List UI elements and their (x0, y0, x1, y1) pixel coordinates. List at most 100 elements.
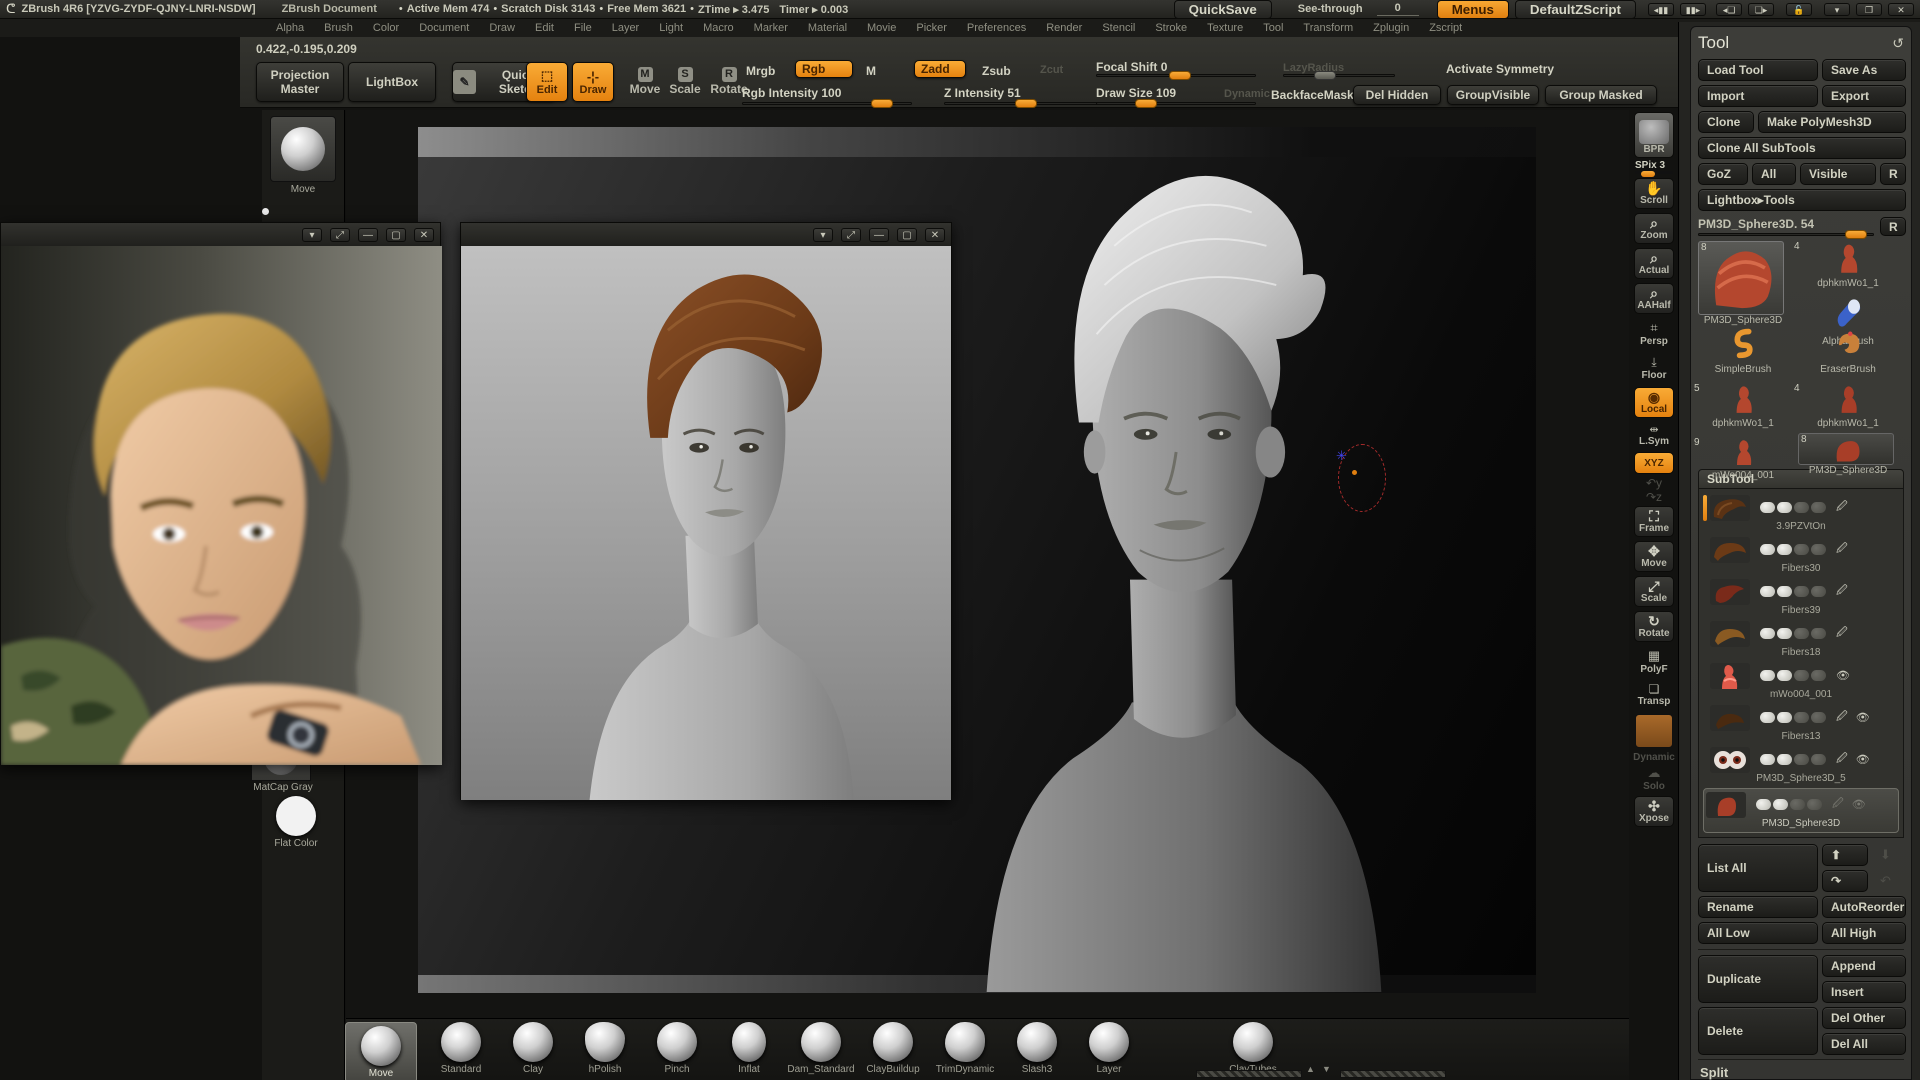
split-section-header[interactable]: Split (1698, 1059, 1904, 1080)
menu-brush[interactable]: Brush (324, 22, 353, 34)
brush-item[interactable]: Pinch (641, 1022, 713, 1075)
visibility-eye-icon[interactable]: 👁 (1856, 753, 1870, 766)
dropdown-icon[interactable]: ▾ (302, 228, 322, 242)
subtool-row[interactable]: 👁 mWo004_001 (1703, 662, 1899, 702)
draw-button[interactable]: -¦- Draw (572, 62, 614, 102)
color-swatch-dot[interactable] (262, 208, 269, 215)
subtool-toggle-pill[interactable] (1760, 754, 1775, 765)
activate-symmetry-button[interactable]: Activate Symmetry (1446, 62, 1554, 76)
zoom-button[interactable]: ⌕Zoom (1634, 213, 1674, 244)
subtool-toggle-pill[interactable] (1777, 712, 1792, 723)
subtool-toggle-pill[interactable] (1760, 544, 1775, 555)
menu-draw[interactable]: Draw (489, 22, 515, 34)
goz-r-button[interactable]: R (1880, 163, 1906, 185)
tool-item-selected[interactable]: 8 PM3D_Sphere3D (1698, 241, 1788, 326)
minimize-icon[interactable]: — (869, 228, 889, 242)
material-preview-thumbnail[interactable] (1635, 714, 1673, 748)
active-tool-slider[interactable]: PM3D_Sphere3D. 54 R (1698, 215, 1904, 237)
polyf-button[interactable]: ▦PolyF (1640, 648, 1667, 675)
subtool-toggle-pill[interactable] (1760, 712, 1775, 723)
quicksave-button[interactable]: QuickSave (1174, 0, 1272, 19)
subtool-toggle-pill-dim[interactable] (1790, 799, 1805, 810)
polypaint-brush-icon[interactable]: 🖉 (1832, 795, 1844, 814)
tray-scrollbar-right[interactable] (1340, 1070, 1446, 1078)
make-polymesh3d-button[interactable]: Make PolyMesh3D (1758, 111, 1906, 133)
subtool-toggle-pill[interactable] (1760, 586, 1775, 597)
persp-button[interactable]: ⌗Persp (1640, 320, 1668, 347)
menu-zscript[interactable]: Zscript (1429, 22, 1462, 34)
close-icon[interactable]: ✕ (925, 228, 945, 242)
transp-button[interactable]: ❏Transp (1638, 682, 1671, 707)
focal-shift-slider[interactable]: Focal Shift 0 (1096, 58, 1256, 76)
subtool-toggle-pill-dim[interactable] (1794, 628, 1809, 639)
polypaint-brush-icon[interactable]: 🖉 (1836, 750, 1848, 769)
menu-render[interactable]: Render (1046, 22, 1082, 34)
subtool-toggle-pill-dim[interactable] (1811, 502, 1826, 513)
frame-button[interactable]: ⛶Frame (1634, 506, 1674, 537)
move-view-button[interactable]: ✥Move (1634, 541, 1674, 572)
photo-window-titlebar[interactable]: ▾ ⤢ — ▢ ✕ (1, 223, 440, 246)
tool-item[interactable]: 4 dphkmWo1_1 (1798, 383, 1898, 429)
spix-knob[interactable] (1641, 171, 1655, 177)
rgb-button[interactable]: Rgb (795, 60, 853, 78)
local-button[interactable]: ◉Local (1634, 387, 1674, 418)
menu-edit[interactable]: Edit (535, 22, 554, 34)
next-window-icon[interactable]: ❏▸ (1748, 3, 1774, 16)
import-button[interactable]: Import (1698, 85, 1818, 107)
prev-window-icon[interactable]: ◂❏ (1716, 3, 1742, 16)
goz-all-button[interactable]: All (1752, 163, 1796, 185)
m-button[interactable]: M (866, 64, 876, 78)
subtool-toggle-pill[interactable] (1777, 670, 1792, 681)
expand-icon[interactable]: ⤢ (841, 228, 861, 242)
dropdown-icon[interactable]: ▾ (813, 228, 833, 242)
del-all-button[interactable]: Del All (1822, 1033, 1906, 1055)
subtool-toggle-pill-dim[interactable] (1811, 586, 1826, 597)
menu-texture[interactable]: Texture (1207, 22, 1243, 34)
duplicate-button[interactable]: Duplicate (1698, 955, 1818, 1003)
goz-visible-button[interactable]: Visible (1800, 163, 1876, 185)
subtool-toggle-pill-dim[interactable] (1794, 502, 1809, 513)
polypaint-brush-icon[interactable]: 🖉 (1836, 708, 1848, 727)
polypaint-brush-icon[interactable]: 🖉 (1836, 540, 1848, 559)
restore-icon[interactable]: ❐ (1856, 3, 1882, 16)
current-brush-thumbnail[interactable] (270, 116, 336, 182)
tool-item[interactable]: 5 dphkmWo1_1 (1698, 383, 1788, 429)
brush-item[interactable]: Dam_Standard (785, 1022, 857, 1075)
save-as-button[interactable]: Save As (1822, 59, 1906, 81)
default-zscript-button[interactable]: DefaultZScript (1515, 0, 1636, 19)
tool-item[interactable]: 4 dphkmWo1_1 (1798, 241, 1898, 289)
insert-button[interactable]: Insert (1822, 981, 1906, 1003)
subtool-duplicate-arrow-button[interactable]: ↷ (1822, 870, 1868, 892)
subtool-toggle-pill-dim[interactable] (1811, 670, 1826, 681)
polypaint-brush-icon[interactable]: 🖉 (1836, 582, 1848, 601)
subtool-toggle-pill[interactable] (1773, 799, 1788, 810)
flat-color-swatch[interactable] (276, 796, 316, 836)
goz-button[interactable]: GoZ (1698, 163, 1748, 185)
bpr-button[interactable]: BPR (1634, 112, 1674, 158)
mrgb-button[interactable]: Mrgb (746, 64, 775, 78)
xpose-button[interactable]: ✣Xpose (1634, 796, 1674, 827)
subtool-toggle-pill[interactable] (1777, 628, 1792, 639)
scale-view-button[interactable]: ⤢Scale (1634, 576, 1674, 607)
xyz-button[interactable]: XYZ (1634, 452, 1674, 474)
subtool-toggle-pill-dim[interactable] (1794, 712, 1809, 723)
subtool-toggle-pill[interactable] (1777, 502, 1792, 513)
rename-button[interactable]: Rename (1698, 896, 1818, 918)
subtool-row[interactable]: 🖉 Fibers30 (1703, 536, 1899, 576)
minimize-icon[interactable]: ▾ (1824, 3, 1850, 16)
see-through-value[interactable]: 0 (1377, 2, 1419, 16)
backface-mask-button[interactable]: BackfaceMask (1271, 88, 1354, 102)
subtool-toggle-pill-dim[interactable] (1811, 712, 1826, 723)
menu-tool[interactable]: Tool (1263, 22, 1283, 34)
divider-left-icon[interactable]: ◂▮▮ (1648, 3, 1674, 16)
minimize-icon[interactable]: — (358, 228, 378, 242)
subtool-toggle-pill-dim[interactable] (1811, 754, 1826, 765)
projection-master-button[interactable]: Projection Master (256, 62, 344, 102)
lightbox-button[interactable]: LightBox (348, 62, 436, 102)
load-tool-button[interactable]: Load Tool (1698, 59, 1818, 81)
divider-right-icon[interactable]: ▮▮▸ (1680, 3, 1706, 16)
focal-shift-knob[interactable] (1169, 71, 1191, 80)
subtool-row[interactable]: 🖉 Fibers39 (1703, 578, 1899, 618)
expand-icon[interactable]: ⤢ (330, 228, 350, 242)
rgb-intensity-slider[interactable]: Rgb Intensity 100 (742, 84, 912, 102)
